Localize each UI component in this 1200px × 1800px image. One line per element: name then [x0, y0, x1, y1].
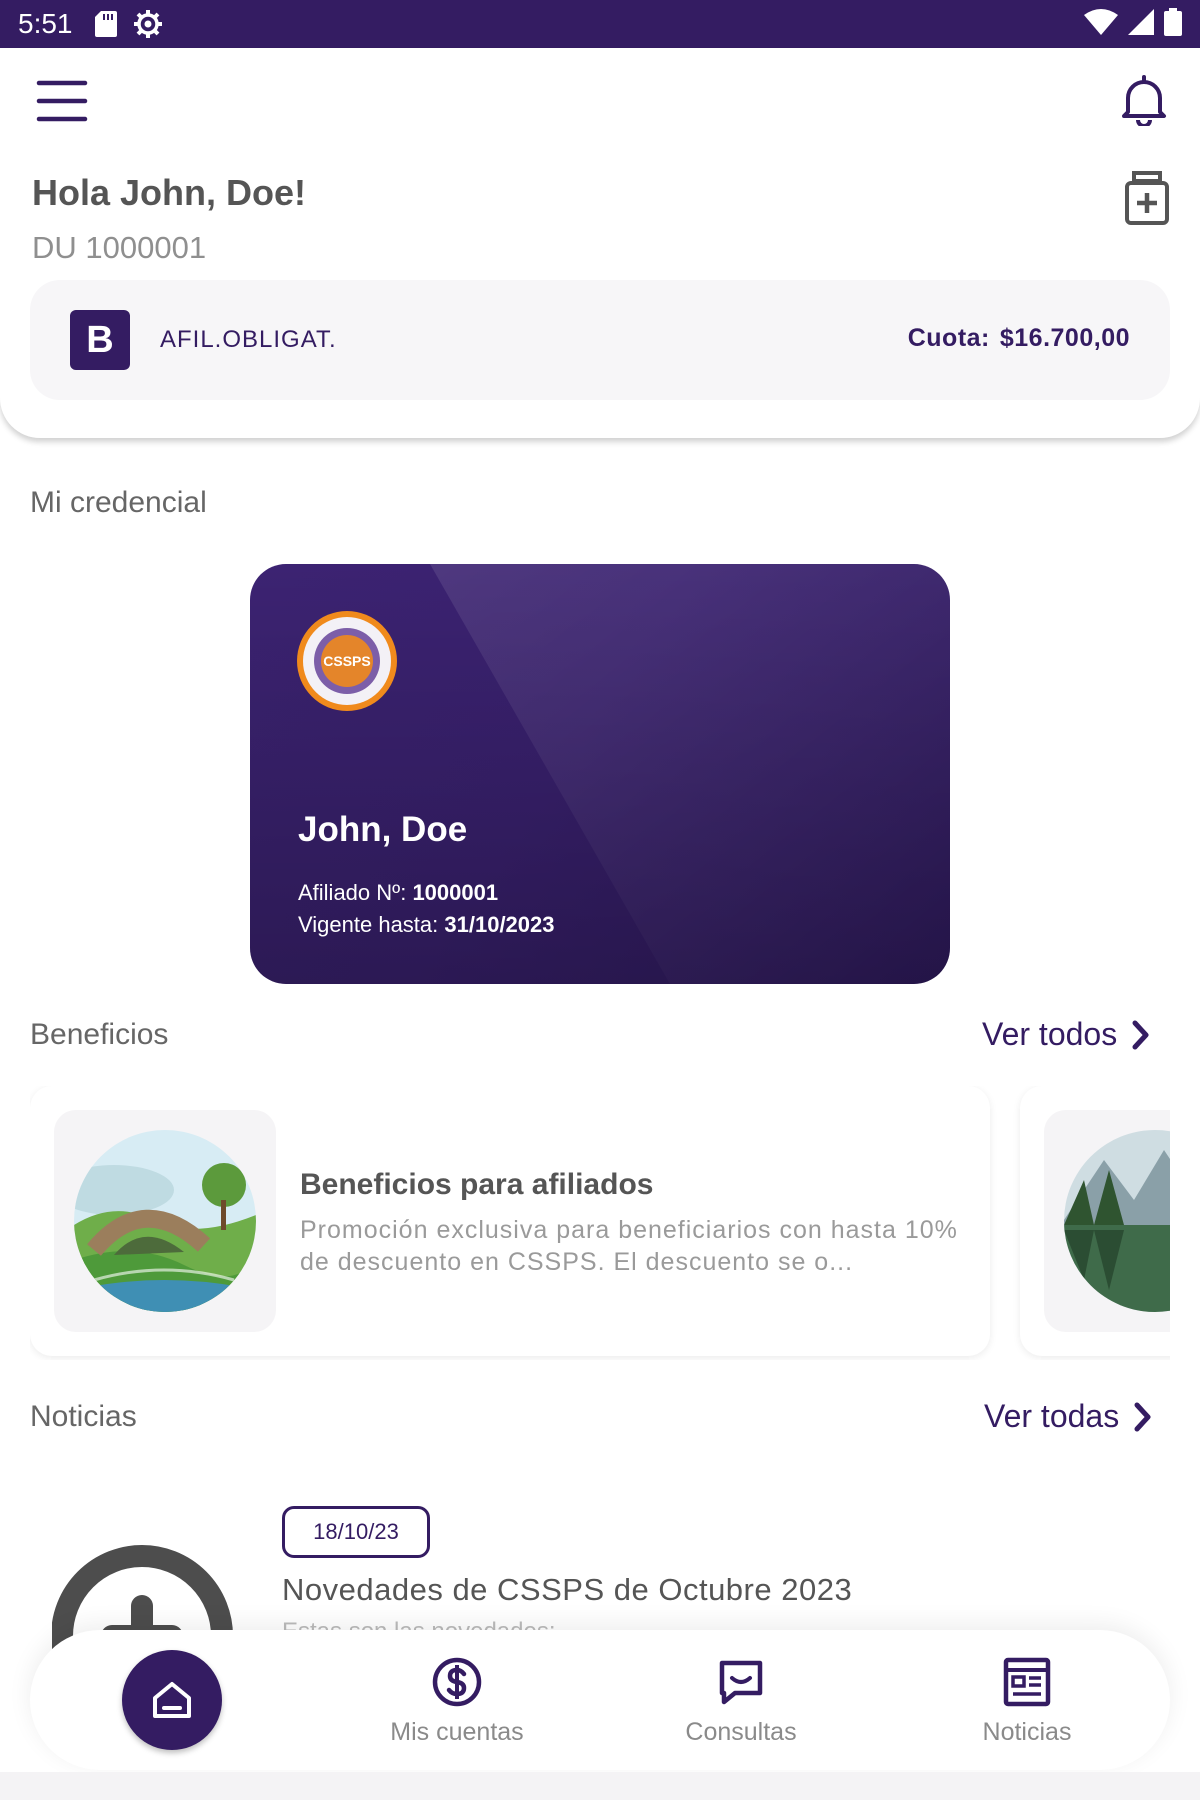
news-title: Novedades de CSSPS de Octubre 2023: [282, 1572, 853, 1607]
chat-icon: [719, 1660, 763, 1705]
member-label: Afiliado Nº:: [298, 880, 407, 905]
signal-icon: [1128, 8, 1154, 40]
plan-name: AFIL.OBLIGAT.: [160, 326, 337, 353]
valid-label: Vigente hasta:: [298, 912, 439, 937]
chevron-right-icon: [1132, 1020, 1149, 1049]
news-see-all-link[interactable]: Ver todas: [984, 1398, 1153, 1435]
medicine-bottle-icon: [1125, 171, 1169, 225]
benefit-thumbnail: [1044, 1110, 1170, 1332]
nav-label-mis-cuentas: Mis cuentas: [390, 1718, 524, 1746]
bottom-edge: [0, 1772, 1200, 1800]
cssps-logo: CSSPS: [296, 610, 398, 712]
status-time: 5:51: [18, 8, 73, 39]
benefit-description: Promoción exclusiva para beneficiarios c…: [300, 1216, 958, 1276]
card-member-line: Afiliado Nº: 1000001: [298, 880, 498, 906]
chevron-right-icon: [1134, 1402, 1151, 1431]
notifications-button[interactable]: [1118, 74, 1170, 128]
logo-text: CSSPS: [323, 653, 370, 669]
benefits-carousel[interactable]: Beneficios para afiliados Promoción excl…: [30, 1086, 1170, 1360]
valid-until: 31/10/2023: [444, 912, 555, 937]
card-holder-name: John, Doe: [298, 810, 468, 849]
benefit-image: [1064, 1130, 1170, 1312]
benefit-image: [74, 1130, 256, 1312]
benefit-card-next[interactable]: [1020, 1086, 1170, 1356]
plan-card[interactable]: B AFIL.OBLIGAT. Cuota: $16.700,00: [30, 280, 1170, 400]
member-number: 1000001: [412, 880, 499, 905]
benefits-section-title: Beneficios: [30, 1018, 169, 1051]
benefit-title: Beneficios para afiliados: [300, 1168, 654, 1201]
document-number: DU 1000001: [32, 230, 207, 265]
nav-noticias[interactable]: Noticias: [927, 1656, 1127, 1747]
news-section-title: Noticias: [30, 1400, 137, 1433]
medical-kit-button[interactable]: [1122, 170, 1172, 226]
battery-icon: [1164, 7, 1182, 41]
credential-section-title: Mi credencial: [30, 486, 207, 519]
newspaper-icon: [1003, 1657, 1051, 1707]
header-panel: Hola John, Doe! DU 1000001 B AFIL.OBLIGA…: [0, 48, 1200, 438]
nav-consultas[interactable]: Consultas: [641, 1656, 841, 1747]
bottom-navigation: Mis cuentas Consultas Noticias: [30, 1630, 1170, 1770]
menu-button[interactable]: [36, 78, 88, 124]
sd-card-icon: [94, 11, 117, 37]
benefits-see-all-link[interactable]: Ver todos: [982, 1016, 1151, 1053]
plan-fee: Cuota: $16.700,00: [898, 324, 1130, 353]
status-bar: 5:51: [0, 0, 1200, 48]
home-icon: [153, 1682, 191, 1718]
news-date-badge: 18/10/23: [282, 1506, 430, 1558]
nav-mis-cuentas[interactable]: Mis cuentas: [357, 1656, 557, 1747]
benefits-see-all-label: Ver todos: [982, 1016, 1118, 1052]
benefit-thumbnail: [54, 1110, 276, 1332]
nav-label-noticias: Noticias: [982, 1718, 1072, 1746]
settings-icon: [133, 9, 163, 39]
card-valid-line: Vigente hasta: 31/10/2023: [298, 912, 555, 938]
fee-value: $16.700,00: [999, 324, 1130, 352]
dollar-circle-icon: [432, 1657, 482, 1707]
nav-label-consultas: Consultas: [685, 1718, 797, 1746]
bell-icon: [1122, 75, 1166, 128]
nav-home-button[interactable]: [122, 1650, 222, 1750]
plan-badge: B: [70, 310, 130, 370]
member-credential-card[interactable]: CSSPS John, Doe Afiliado Nº: 1000001 Vig…: [250, 564, 950, 984]
hamburger-icon: [36, 80, 88, 122]
news-see-all-label: Ver todas: [984, 1398, 1120, 1434]
greeting-text: Hola John, Doe!: [32, 172, 307, 213]
benefit-card[interactable]: Beneficios para afiliados Promoción excl…: [30, 1086, 990, 1356]
wifi-icon: [1084, 8, 1118, 40]
fee-label: Cuota:: [907, 324, 990, 352]
